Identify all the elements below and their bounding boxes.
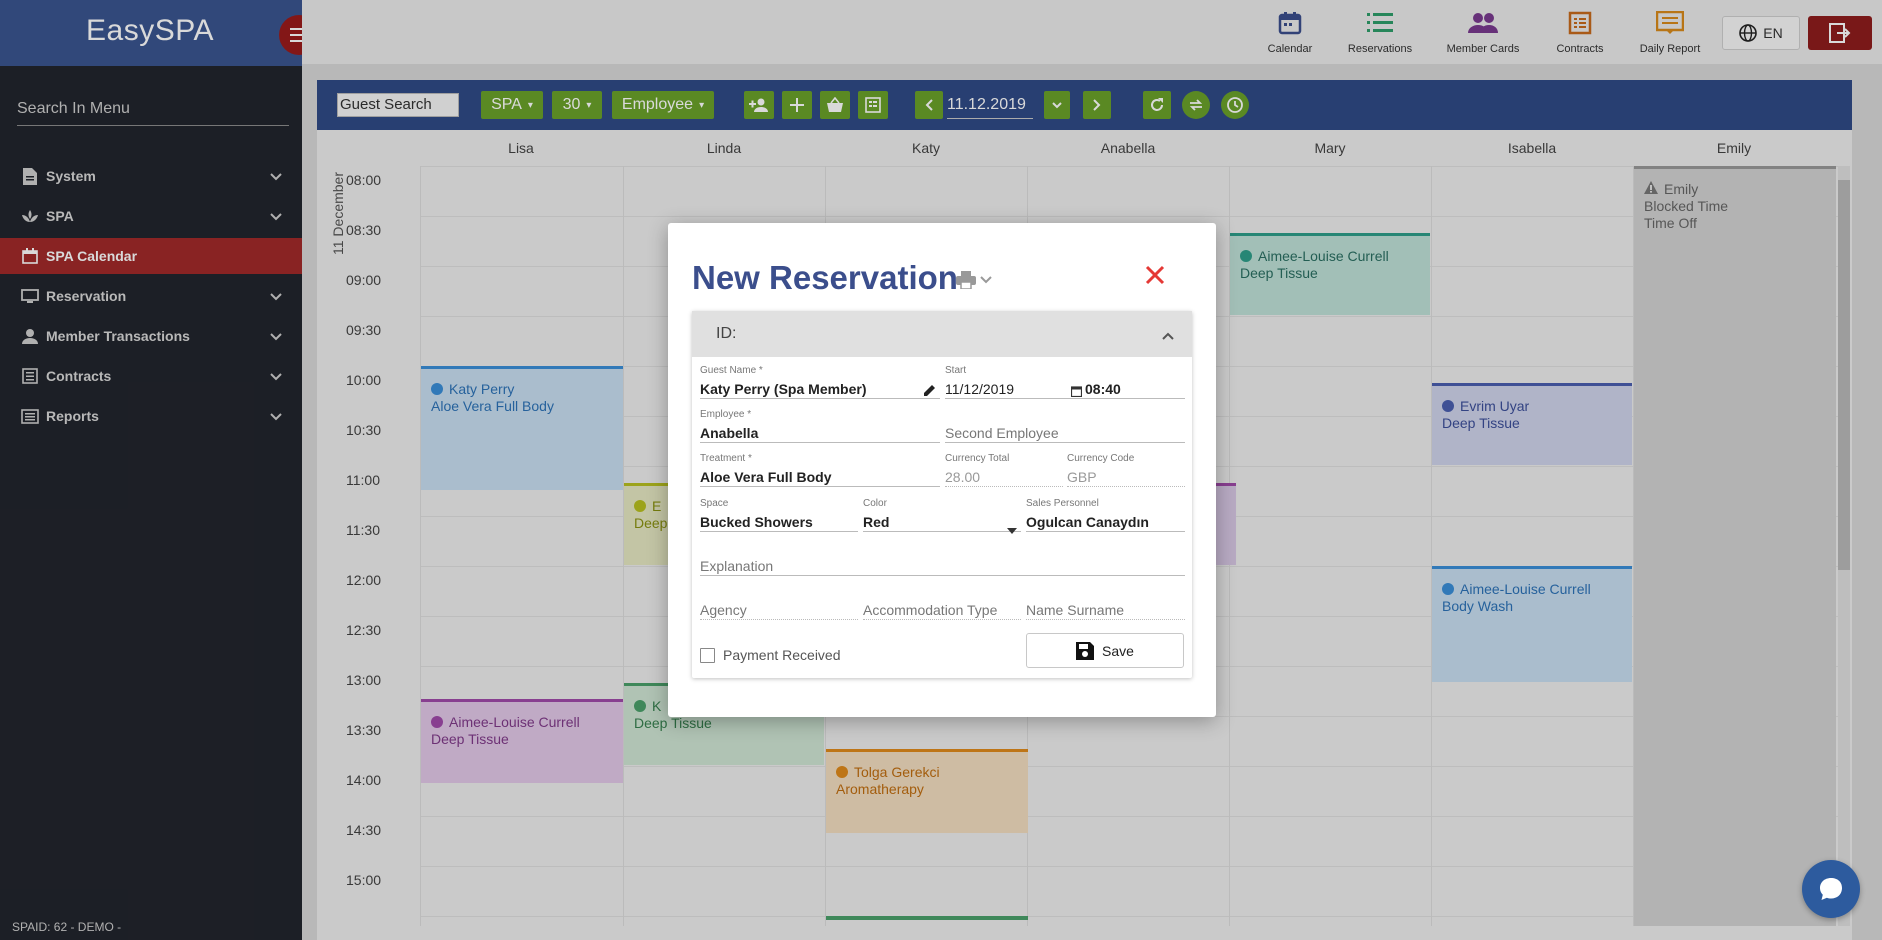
field-label: Employee * xyxy=(700,409,752,420)
second-employee-placeholder[interactable]: Second Employee xyxy=(945,423,1185,443)
space-value[interactable]: Bucked Showers xyxy=(700,512,858,532)
printer-icon xyxy=(956,271,976,289)
explanation-field[interactable]: Explanation xyxy=(700,556,1185,576)
field-label: Guest Name * xyxy=(700,365,763,376)
close-icon xyxy=(1145,265,1165,285)
guest-name-value[interactable]: Katy Perry (Spa Member) xyxy=(700,379,940,399)
currency-total-value: 28.00 xyxy=(945,467,1063,487)
field-label: Currency Total xyxy=(945,453,1010,464)
accommodation-type-placeholder[interactable]: Accommodation Type xyxy=(863,600,1021,620)
save-button[interactable]: Save xyxy=(1026,633,1184,668)
payment-received-label: Payment Received xyxy=(723,647,841,663)
caret-down-icon xyxy=(1007,519,1017,539)
dialog-title: New Reservation xyxy=(692,259,958,296)
start-field[interactable]: Start 11/12/2019 08:40 xyxy=(945,365,1185,399)
guest-name-text: Katy Perry (Spa Member) xyxy=(700,381,867,397)
save-label: Save xyxy=(1102,642,1134,659)
agency-field[interactable]: Agency xyxy=(700,600,858,620)
color-value[interactable]: Red xyxy=(863,512,1021,534)
field-label: Space xyxy=(700,498,729,509)
name-surname-field[interactable]: Name Surname xyxy=(1026,600,1185,620)
color-text: Red xyxy=(863,514,890,530)
name-surname-placeholder[interactable]: Name Surname xyxy=(1026,600,1185,620)
field-label: Start xyxy=(945,365,967,376)
second-employee-field[interactable]: Second Employee xyxy=(945,423,1185,443)
agency-placeholder[interactable]: Agency xyxy=(700,600,858,620)
checkbox-box[interactable] xyxy=(700,647,715,663)
print-menu-button[interactable] xyxy=(956,271,992,289)
close-button[interactable] xyxy=(1145,265,1165,290)
employee-field[interactable]: Employee * Anabella xyxy=(700,409,940,443)
explanation-placeholder[interactable]: Explanation xyxy=(700,556,1185,576)
chevron-up-icon[interactable] xyxy=(1162,327,1174,345)
field-label: Treatment * xyxy=(700,453,752,464)
sales-personnel-field[interactable]: Sales Personnel Ogulcan Canaydın xyxy=(1026,498,1185,532)
employee-value[interactable]: Anabella xyxy=(700,423,940,443)
floppy-disk-icon xyxy=(1076,641,1095,660)
currency-code-field: Currency Code GBP xyxy=(1067,453,1185,487)
chevron-down-icon xyxy=(980,276,992,284)
space-field[interactable]: Space Bucked Showers xyxy=(700,498,858,532)
treatment-field[interactable]: Treatment * Aloe Vera Full Body xyxy=(700,453,940,487)
start-time[interactable]: 08:40 xyxy=(1085,379,1121,399)
reservation-panel-header[interactable]: ID: xyxy=(692,311,1192,357)
currency-code-value: GBP xyxy=(1067,467,1185,487)
edit-icon[interactable] xyxy=(924,381,936,401)
new-reservation-dialog: New Reservation ID: Guest Name * Katy Pe… xyxy=(668,223,1216,717)
start-date[interactable]: 11/12/2019 xyxy=(945,381,1014,397)
sales-personnel-value[interactable]: Ogulcan Canaydın xyxy=(1026,512,1185,532)
reservation-id-label: ID: xyxy=(716,325,737,342)
reservation-panel: ID: Guest Name * Katy Perry (Spa Member)… xyxy=(692,311,1192,678)
chat-button[interactable] xyxy=(1802,860,1860,918)
field-label: Currency Code xyxy=(1067,453,1135,464)
treatment-value[interactable]: Aloe Vera Full Body xyxy=(700,467,940,487)
start-value[interactable]: 11/12/2019 08:40 xyxy=(945,379,1185,399)
currency-total-field: Currency Total 28.00 xyxy=(945,453,1063,487)
field-label: Color xyxy=(863,498,887,509)
accommodation-type-field[interactable]: Accommodation Type xyxy=(863,600,1021,620)
guest-name-field[interactable]: Guest Name * Katy Perry (Spa Member) xyxy=(700,365,940,399)
field-label: Sales Personnel xyxy=(1026,498,1099,509)
chat-bubble-icon xyxy=(1820,878,1842,900)
color-select[interactable]: Color Red xyxy=(863,498,1021,534)
calendar-icon[interactable] xyxy=(1070,382,1083,402)
payment-received-checkbox[interactable]: Payment Received xyxy=(700,647,841,663)
